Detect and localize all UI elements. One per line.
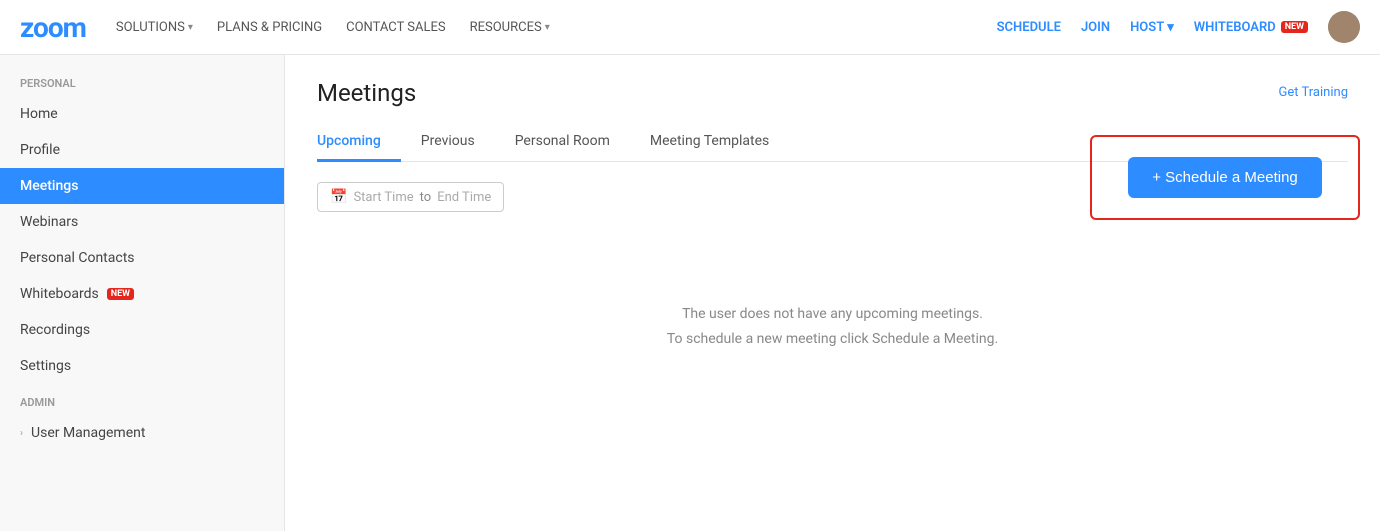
host-arrow-icon: ▾ — [1167, 20, 1174, 35]
page-title: Meetings — [317, 79, 416, 107]
nav-whiteboard[interactable]: WHITEBOARD NEW — [1194, 20, 1308, 35]
nav-join[interactable]: JOIN — [1081, 20, 1110, 35]
nav-resources[interactable]: RESOURCES ▾ — [470, 20, 550, 35]
sidebar-item-home[interactable]: Home — [0, 96, 284, 132]
schedule-meeting-box: + Schedule a Meeting — [1090, 135, 1360, 220]
tab-previous[interactable]: Previous — [401, 123, 495, 162]
user-management-arrow-icon: › — [20, 428, 23, 439]
sidebar-item-webinars[interactable]: Webinars — [0, 204, 284, 240]
top-navigation: zoom SOLUTIONS ▾ PLANS & PRICING CONTACT… — [0, 0, 1380, 55]
avatar-image — [1328, 11, 1360, 43]
sidebar-item-meetings[interactable]: Meetings — [0, 168, 284, 204]
tab-meeting-templates[interactable]: Meeting Templates — [630, 123, 789, 162]
calendar-icon: 📅 — [330, 189, 347, 205]
get-training-link[interactable]: Get Training — [1279, 85, 1348, 100]
solutions-arrow-icon: ▾ — [188, 22, 193, 33]
sidebar-item-user-management[interactable]: › User Management — [0, 415, 284, 451]
sidebar-item-settings[interactable]: Settings — [0, 348, 284, 384]
sidebar-item-profile[interactable]: Profile — [0, 132, 284, 168]
nav-whiteboard-label: WHITEBOARD — [1194, 20, 1276, 35]
nav-plans-pricing[interactable]: PLANS & PRICING — [217, 20, 322, 35]
end-time-placeholder: End Time — [437, 190, 491, 205]
nav-right: SCHEDULE JOIN HOST ▾ WHITEBOARD NEW — [997, 11, 1360, 43]
schedule-meeting-button[interactable]: + Schedule a Meeting — [1128, 157, 1322, 198]
sidebar-personal-label: PERSONAL — [0, 65, 284, 96]
whiteboards-new-badge: NEW — [107, 288, 134, 300]
date-range-separator: to — [420, 190, 432, 205]
zoom-logo[interactable]: zoom — [20, 11, 86, 44]
start-time-placeholder: Start Time — [353, 190, 413, 205]
sidebar-admin-label: ADMIN — [0, 384, 284, 415]
main-content: Meetings Get Training Upcoming Previous … — [285, 55, 1380, 531]
date-range-picker[interactable]: 📅 Start Time to End Time — [317, 182, 504, 212]
whiteboard-new-badge: NEW — [1281, 21, 1308, 33]
tab-personal-room[interactable]: Personal Room — [495, 123, 630, 162]
nav-left: zoom SOLUTIONS ▾ PLANS & PRICING CONTACT… — [20, 11, 550, 44]
nav-links: SOLUTIONS ▾ PLANS & PRICING CONTACT SALE… — [116, 20, 550, 35]
page-layout: PERSONAL Home Profile Meetings Webinars … — [0, 55, 1380, 531]
sidebar-item-recordings[interactable]: Recordings — [0, 312, 284, 348]
empty-line-1: The user does not have any upcoming meet… — [682, 302, 983, 327]
resources-arrow-icon: ▾ — [545, 22, 550, 33]
sidebar: PERSONAL Home Profile Meetings Webinars … — [0, 55, 285, 531]
sidebar-item-personal-contacts[interactable]: Personal Contacts — [0, 240, 284, 276]
nav-schedule[interactable]: SCHEDULE — [997, 20, 1061, 35]
page-header: Meetings Get Training — [317, 79, 1348, 107]
nav-contact-sales[interactable]: CONTACT SALES — [346, 20, 445, 35]
tab-upcoming[interactable]: Upcoming — [317, 123, 401, 162]
empty-line-2: To schedule a new meeting click Schedule… — [667, 327, 998, 352]
nav-host[interactable]: HOST ▾ — [1130, 20, 1174, 35]
sidebar-item-whiteboards[interactable]: Whiteboards NEW — [0, 276, 284, 312]
empty-state: The user does not have any upcoming meet… — [317, 242, 1348, 352]
nav-solutions[interactable]: SOLUTIONS ▾ — [116, 20, 193, 35]
user-avatar[interactable] — [1328, 11, 1360, 43]
